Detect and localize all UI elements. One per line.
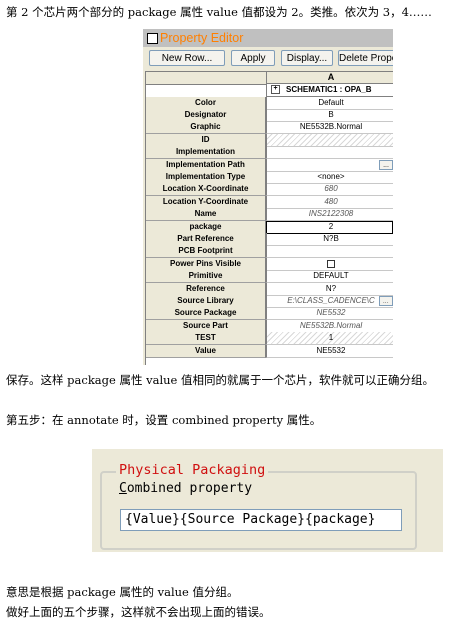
expand-icon[interactable]: +	[271, 85, 280, 95]
property-row[interactable]: Primitive DEFAULT	[146, 270, 393, 284]
property-value[interactable]: E:\CLASS_CADENCE\C...	[266, 294, 393, 308]
property-row[interactable]: Color Default	[146, 96, 393, 110]
property-label[interactable]: Part Reference	[146, 232, 266, 246]
property-row[interactable]: Part Reference N?B	[146, 232, 393, 246]
property-row[interactable]: Name INS2122308	[146, 208, 393, 222]
property-row[interactable]: Implementation Type <none>	[146, 170, 393, 184]
display-button[interactable]: Display...	[281, 50, 333, 66]
property-row[interactable]: Designator B	[146, 108, 393, 122]
checkbox[interactable]	[327, 259, 335, 268]
label-rest: ombined property	[126, 481, 253, 496]
property-row[interactable]: Implementation Path...	[146, 158, 393, 172]
property-row[interactable]: Source Part NE5532B.Normal	[146, 319, 393, 333]
property-value[interactable]: B	[266, 108, 393, 122]
property-label[interactable]: PCB Footprint	[146, 245, 266, 259]
property-row[interactable]: Value NE5532	[146, 344, 393, 358]
combined-property-input[interactable]: {Value}{Source Package}{package}	[120, 509, 402, 531]
property-label[interactable]: Location X-Coordinate	[146, 183, 266, 197]
property-row[interactable]: Implementation	[146, 146, 393, 160]
property-value[interactable]: 480	[266, 195, 393, 209]
property-row[interactable]: Location X-Coordinate 680	[146, 183, 393, 197]
property-label[interactable]: Graphic	[146, 121, 266, 135]
property-value[interactable]	[266, 133, 393, 147]
property-label[interactable]: Primitive	[146, 270, 266, 284]
property-editor-window: Property Editor New Row... Apply Display…	[143, 29, 393, 365]
property-row[interactable]: Source Package NE5532	[146, 307, 393, 321]
property-label[interactable]: TEST	[146, 332, 266, 346]
property-value[interactable]	[266, 146, 393, 160]
property-row[interactable]: ID	[146, 133, 393, 147]
property-value[interactable]: 1	[266, 332, 393, 346]
property-value[interactable]: NE5532B.Normal	[266, 121, 393, 135]
property-label[interactable]: ID	[146, 133, 266, 147]
combined-property-label: Combined property	[119, 481, 252, 496]
new-row-button[interactable]: New Row...	[149, 50, 225, 66]
property-value[interactable]: NE5532	[266, 307, 393, 321]
label-accelerator: C	[119, 481, 127, 496]
window-icon	[147, 33, 158, 44]
property-label[interactable]: Color	[146, 96, 266, 110]
paragraph-3: 第五步：在 annotate 时，设置 combined property 属性…	[6, 413, 322, 427]
property-row[interactable]: Graphic NE5532B.Normal	[146, 121, 393, 135]
property-value[interactable]	[266, 245, 393, 259]
property-label[interactable]: package	[146, 220, 266, 234]
schematic-name: SCHEMATIC1 : OPA_B	[286, 85, 372, 94]
paragraph-1: 第 2 个芯片两个部分的 package 属性 value 值都设为 2。类推。…	[6, 5, 432, 19]
property-label[interactable]: Name	[146, 208, 266, 222]
property-label[interactable]: Source Part	[146, 319, 266, 333]
grid-corner	[146, 72, 266, 85]
property-value[interactable]: NE5532	[266, 344, 393, 358]
property-value[interactable]: N?B	[266, 232, 393, 246]
property-value[interactable]: ...	[266, 158, 393, 172]
schematic-row[interactable]: + SCHEMATIC1 : OPA_B	[266, 84, 393, 97]
paragraph-4: 意思是根据 package 属性的 value 值分组。	[6, 585, 239, 599]
property-value[interactable]: 2	[266, 220, 393, 234]
property-row[interactable]: Power Pins Visible	[146, 257, 393, 271]
property-grid: A + SCHEMATIC1 : OPA_B Color Default Design…	[145, 71, 393, 365]
browse-button[interactable]: ...	[379, 295, 393, 306]
apply-button[interactable]: Apply	[231, 50, 275, 66]
property-label[interactable]: Power Pins Visible	[146, 257, 266, 271]
physical-packaging-panel: Physical Packaging Combined property {Va…	[92, 449, 443, 552]
property-value[interactable]: <none>	[266, 170, 393, 184]
property-row[interactable]: Location Y-Coordinate 480	[146, 195, 393, 209]
property-label[interactable]: Source Library	[146, 294, 266, 308]
property-row[interactable]: PCB Footprint	[146, 245, 393, 259]
property-row[interactable]: TEST 1	[146, 332, 393, 346]
toolbar: New Row... Apply Display... Delete Prope…	[143, 47, 393, 69]
property-value[interactable]: NE5532B.Normal	[266, 319, 393, 333]
property-row[interactable]: Reference N?	[146, 282, 393, 296]
title-bar: Property Editor	[143, 29, 393, 47]
paragraph-2: 保存。这样 package 属性 value 值相同的就属于一个芯片，软件就可以…	[6, 373, 435, 387]
property-value[interactable]: Default	[266, 96, 393, 110]
paragraph-5: 做好上面的五个步骤，这样就不会出现上面的错误。	[6, 605, 271, 619]
property-label[interactable]: Implementation Path	[146, 158, 266, 172]
delete-property-button[interactable]: Delete Property	[338, 50, 393, 66]
property-row[interactable]: Source Library E:\CLASS_CADENCE\C...	[146, 294, 393, 308]
property-value[interactable]	[266, 257, 393, 271]
property-value[interactable]: 680	[266, 183, 393, 197]
property-label[interactable]: Source Package	[146, 307, 266, 321]
property-label[interactable]: Reference	[146, 282, 266, 296]
property-label[interactable]: Implementation	[146, 146, 266, 160]
property-label[interactable]: Location Y-Coordinate	[146, 195, 266, 209]
browse-button[interactable]: ...	[379, 159, 393, 170]
column-header[interactable]: A	[266, 72, 393, 84]
property-value[interactable]: DEFAULT	[266, 270, 393, 284]
property-value[interactable]: N?	[266, 282, 393, 296]
property-label[interactable]: Value	[146, 344, 266, 358]
property-label[interactable]: Implementation Type	[146, 170, 266, 184]
property-row[interactable]: package 2	[146, 220, 393, 234]
property-label[interactable]: Designator	[146, 108, 266, 122]
property-value[interactable]: INS2122308	[266, 208, 393, 222]
window-title: Property Editor	[160, 31, 244, 45]
group-legend: Physical Packaging	[116, 462, 269, 478]
